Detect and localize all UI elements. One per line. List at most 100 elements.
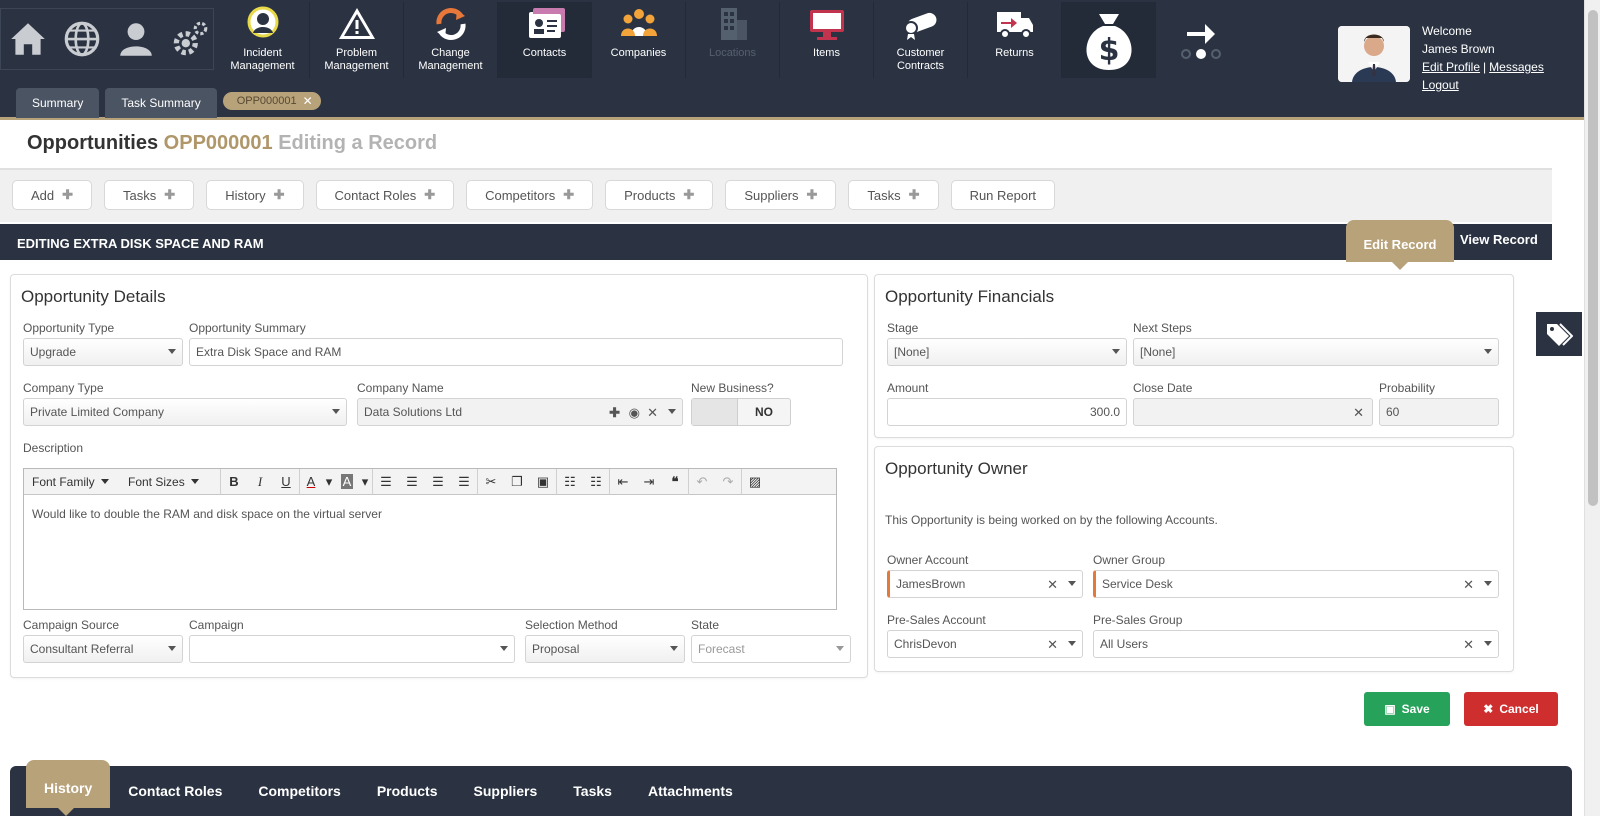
suppliers-button[interactable]: Suppliers ✚ <box>725 180 837 210</box>
edit-record-tab[interactable]: Edit Record <box>1346 220 1454 270</box>
font-family-select[interactable]: Font Family <box>24 475 120 489</box>
owner-group-select[interactable]: Service Desk ✕ <box>1093 570 1499 598</box>
cut-icon[interactable]: ✂ <box>478 469 504 495</box>
history-button[interactable]: History ✚ <box>206 180 304 210</box>
close-icon[interactable]: ✕ <box>303 94 313 108</box>
align-center-icon[interactable]: ☰ <box>399 469 425 495</box>
view-record-tab[interactable]: View Record <box>1460 232 1538 247</box>
bullet-list-icon[interactable]: ☷ <box>557 469 583 495</box>
tab-products[interactable]: Products <box>359 766 456 808</box>
align-justify-icon[interactable]: ☰ <box>451 469 477 495</box>
settings-icon[interactable] <box>169 18 211 60</box>
tab-attachments[interactable]: Attachments <box>630 766 751 808</box>
insert-image-icon[interactable]: ▨ <box>742 469 768 495</box>
tab-history[interactable]: History <box>26 760 111 816</box>
cancel-button[interactable]: ✖ Cancel <box>1464 692 1558 726</box>
tab-record[interactable]: OPP000001 ✕ <box>222 92 321 110</box>
page-scrollbar[interactable] <box>1584 0 1600 816</box>
opportunity-summary-input[interactable]: Extra Disk Space and RAM <box>189 338 843 366</box>
align-left-icon[interactable]: ☰ <box>373 469 399 495</box>
opportunity-type-select[interactable]: Upgrade <box>23 338 183 366</box>
clear-icon[interactable]: ✕ <box>1463 577 1474 593</box>
tab-contact-roles[interactable]: Contact Roles <box>110 766 240 808</box>
highlight-color-icon[interactable]: A <box>336 469 358 495</box>
stage-select[interactable]: [None] <box>887 338 1127 366</box>
add-icon[interactable]: ✚ <box>609 405 620 421</box>
run-report-button[interactable]: Run Report <box>950 180 1056 210</box>
products-button[interactable]: Products ✚ <box>605 180 714 210</box>
nav-returns[interactable]: Returns <box>968 2 1062 78</box>
nav-contacts[interactable]: Contacts <box>498 2 592 78</box>
view-icon[interactable]: ◉ <box>629 405 640 421</box>
description-editor[interactable]: Font Family Font Sizes B I U A ▾ A ▾ ☰ ☰… <box>23 468 837 610</box>
amount-input[interactable]: 300.0 <box>887 398 1127 426</box>
tab-tasks[interactable]: Tasks <box>555 766 630 808</box>
nav-companies[interactable]: Companies <box>592 2 686 78</box>
indent-icon[interactable]: ⇥ <box>636 469 662 495</box>
paste-icon[interactable]: ▣ <box>530 469 556 495</box>
tab-suppliers[interactable]: Suppliers <box>456 766 556 808</box>
clear-icon[interactable]: ✕ <box>1463 637 1474 653</box>
warning-icon <box>338 8 375 39</box>
edit-profile-link[interactable]: Edit Profile <box>1422 60 1480 74</box>
owner-account-select[interactable]: JamesBrown ✕ <box>887 570 1083 598</box>
add-button[interactable]: Add ✚ <box>12 180 93 210</box>
avatar[interactable] <box>1338 26 1410 82</box>
numbered-list-icon[interactable]: ☷ <box>583 469 609 495</box>
clear-icon[interactable]: ✕ <box>1047 637 1058 653</box>
presales-group-select[interactable]: All Users ✕ <box>1093 630 1499 658</box>
redo-icon[interactable]: ↷ <box>715 469 741 495</box>
scrollbar-thumb[interactable] <box>1588 10 1598 506</box>
nav-opportunities[interactable]: $ <box>1062 2 1156 78</box>
nav-more[interactable] <box>1156 2 1246 78</box>
campaign-select[interactable] <box>189 635 515 663</box>
logout-link[interactable]: Logout <box>1422 78 1459 92</box>
clear-icon[interactable]: ✕ <box>647 405 658 421</box>
text-color-icon[interactable]: A <box>300 469 322 495</box>
tasks-button[interactable]: Tasks ✚ <box>104 180 195 210</box>
nav-problem-management[interactable]: Problem Management <box>310 2 404 78</box>
nav-items[interactable]: Items <box>780 2 874 78</box>
state-select[interactable]: Forecast <box>691 635 851 663</box>
blockquote-icon[interactable]: ❝ <box>662 469 688 495</box>
nav-locations[interactable]: Locations <box>686 2 780 78</box>
presales-account-select[interactable]: ChrisDevon ✕ <box>887 630 1083 658</box>
amount-label: Amount <box>887 381 929 395</box>
nav-incident-management[interactable]: Incident Management <box>216 2 310 78</box>
tab-competitors[interactable]: Competitors <box>240 766 358 808</box>
globe-icon[interactable] <box>61 18 103 60</box>
tab-task-summary[interactable]: Task Summary <box>105 88 217 118</box>
tab-summary[interactable]: Summary <box>16 88 100 118</box>
company-name-field[interactable]: Data Solutions Ltd ✚ ◉ ✕ <box>357 398 683 426</box>
font-sizes-select[interactable]: Font Sizes <box>120 475 220 489</box>
probability-input[interactable]: 60 <box>1379 398 1499 426</box>
module-name: Opportunities <box>27 132 159 154</box>
clear-icon[interactable]: ✕ <box>1047 577 1058 593</box>
undo-icon[interactable]: ↶ <box>689 469 715 495</box>
home-icon[interactable] <box>7 18 49 60</box>
messages-link[interactable]: Messages <box>1489 60 1544 74</box>
nav-change-management[interactable]: Change Management <box>404 2 498 78</box>
outdent-icon[interactable]: ⇤ <box>610 469 636 495</box>
tasks-button-2[interactable]: Tasks ✚ <box>848 180 939 210</box>
copy-icon[interactable]: ❐ <box>504 469 530 495</box>
selection-method-select[interactable]: Proposal <box>525 635 685 663</box>
tag-button[interactable] <box>1536 312 1582 356</box>
align-right-icon[interactable]: ☰ <box>425 469 451 495</box>
underline-icon[interactable]: U <box>273 469 299 495</box>
competitors-button[interactable]: Competitors ✚ <box>466 180 594 210</box>
user-icon[interactable] <box>115 18 157 60</box>
new-business-toggle[interactable]: NO <box>691 398 791 426</box>
clear-icon[interactable]: ✕ <box>1353 405 1364 421</box>
save-button[interactable]: ▣ Save <box>1364 692 1450 726</box>
bold-icon[interactable]: B <box>221 469 247 495</box>
chevron-down-icon[interactable]: ▾ <box>358 469 372 495</box>
contact-roles-button[interactable]: Contact Roles ✚ <box>315 180 455 210</box>
company-type-select[interactable]: Private Limited Company <box>23 398 347 426</box>
campaign-source-select[interactable]: Consultant Referral <box>23 635 183 663</box>
italic-icon[interactable]: I <box>247 469 273 495</box>
close-date-input[interactable]: ✕ <box>1133 398 1373 426</box>
chevron-down-icon[interactable]: ▾ <box>322 469 336 495</box>
nav-customer-contracts[interactable]: Customer Contracts <box>874 2 968 78</box>
next-steps-select[interactable]: [None] <box>1133 338 1499 366</box>
